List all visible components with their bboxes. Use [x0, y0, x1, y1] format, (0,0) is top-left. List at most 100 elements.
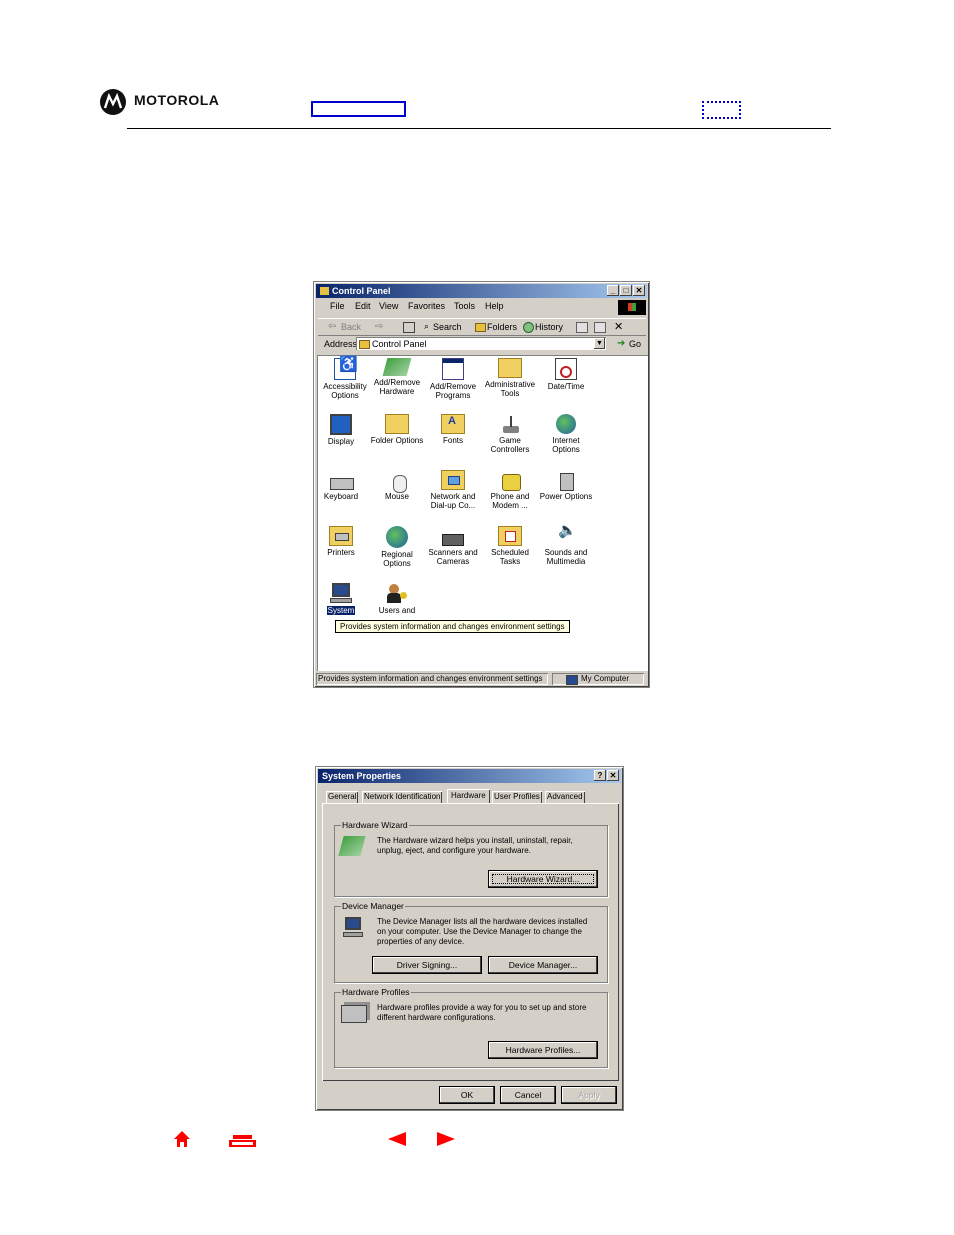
icon-display[interactable]: Display [317, 414, 369, 446]
address-value: Control Panel [372, 339, 427, 349]
device-manager-computer-icon [343, 917, 363, 939]
tab-general[interactable]: General [326, 791, 359, 803]
control-panel-titlebar[interactable]: Control Panel [316, 284, 647, 298]
icon-label: Users and [378, 606, 416, 615]
icon-internet-options[interactable]: Internet Options [538, 414, 594, 454]
hardware-wizard-group: Hardware Wizard The Hardware wizard help… [334, 820, 608, 897]
ok-button[interactable]: OK [440, 1087, 494, 1103]
print-icon[interactable] [229, 1134, 256, 1147]
hardware-profiles-group: Hardware Profiles Hardware profiles prov… [334, 987, 608, 1068]
regional-globe-icon [386, 526, 408, 548]
menu-help[interactable]: Help [485, 301, 504, 311]
delete-icon[interactable]: ✕ [614, 320, 623, 333]
copy-to-icon[interactable] [594, 322, 606, 333]
icon-printers[interactable]: Printers [317, 526, 369, 557]
icon-add-remove-hardware[interactable]: Add/Remove Hardware [369, 358, 425, 396]
icon-label: Options [383, 559, 411, 568]
icon-users-passwords[interactable]: Users and [369, 582, 425, 615]
icon-folder-options[interactable]: Folder Options [369, 414, 425, 445]
icon-accessibility-options[interactable]: ♿ Accessibility Options [317, 357, 373, 400]
display-monitor-icon [330, 414, 352, 435]
header-dotted-box[interactable] [702, 101, 741, 119]
icon-label: Power Options [539, 492, 593, 501]
clock-calendar-icon [555, 358, 577, 380]
window-title: Control Panel [332, 286, 391, 296]
forward-arrow-icon[interactable]: ⇨ [375, 321, 383, 332]
icon-date-time[interactable]: Date/Time [538, 358, 594, 391]
icon-label: Options [552, 445, 580, 454]
keyboard-icon [330, 470, 354, 490]
menu-favorites[interactable]: Favorites [408, 301, 445, 311]
icon-label: Regional [381, 550, 413, 559]
close-button[interactable]: ✕ [633, 285, 645, 296]
back-button-label[interactable]: Back [341, 322, 361, 332]
icon-keyboard[interactable]: Keyboard [317, 470, 369, 501]
network-folder-icon [441, 470, 465, 490]
icon-sounds-multimedia[interactable]: 🔈 Sounds and Multimedia [538, 523, 594, 566]
accessibility-icon: ♿ [334, 357, 358, 380]
cancel-button[interactable]: Cancel [501, 1087, 555, 1103]
address-input[interactable]: Control Panel ▼ [356, 337, 606, 350]
tab-hardware[interactable]: Hardware [447, 789, 490, 803]
system-properties-titlebar[interactable]: System Properties [318, 769, 621, 783]
folders-icon[interactable] [475, 323, 486, 332]
previous-page-icon[interactable] [388, 1132, 406, 1146]
menu-edit[interactable]: Edit [355, 301, 371, 311]
hardware-icon [382, 358, 412, 376]
go-arrow-icon[interactable]: ➔ [617, 338, 625, 349]
icon-add-remove-programs[interactable]: Add/Remove Programs [425, 358, 481, 400]
control-panel-window: Control Panel _ □ ✕ File Edit View Favor… [313, 281, 650, 688]
icon-network-dialup[interactable]: Network and Dial-up Co... [425, 470, 481, 510]
icon-label: Scheduled [491, 548, 529, 557]
admin-tools-folder-icon [498, 358, 522, 378]
tab-user-profiles[interactable]: User Profiles [492, 791, 542, 803]
printers-folder-icon [329, 526, 353, 546]
menu-file[interactable]: File [330, 301, 345, 311]
address-dropdown-button[interactable]: ▼ [594, 338, 605, 349]
icon-label: Multimedia [546, 557, 586, 566]
move-to-icon[interactable] [576, 322, 588, 333]
hardware-wizard-button[interactable]: Hardware Wizard... [489, 871, 597, 887]
driver-signing-button[interactable]: Driver Signing... [373, 957, 481, 973]
search-button-label[interactable]: Search [433, 322, 462, 332]
tab-network-identification[interactable]: Network Identification [362, 791, 443, 803]
tab-advanced[interactable]: Advanced [545, 791, 585, 803]
icon-regional-options[interactable]: Regional Options [369, 526, 425, 568]
back-arrow-icon[interactable]: ⇦ [328, 321, 336, 332]
icon-label: Add/Remove [373, 378, 421, 387]
hardware-profiles-button[interactable]: Hardware Profiles... [489, 1042, 597, 1058]
menu-view[interactable]: View [379, 301, 398, 311]
status-zone-label: My Computer [581, 674, 630, 683]
icon-label: Printers [327, 548, 355, 557]
go-button-label[interactable]: Go [629, 339, 641, 349]
help-button[interactable]: ? [594, 770, 606, 781]
minimize-button[interactable]: _ [607, 285, 619, 296]
up-folder-icon[interactable] [403, 322, 415, 333]
icon-scanners-cameras[interactable]: Scanners and Cameras [425, 526, 481, 566]
search-icon[interactable]: ⌕ [424, 321, 429, 332]
folders-button-label[interactable]: Folders [487, 322, 517, 332]
icon-power-options[interactable]: Power Options [538, 470, 594, 501]
history-button-label[interactable]: History [535, 322, 563, 332]
icon-phone-modem[interactable]: Phone and Modem ... [482, 470, 538, 510]
icon-game-controllers[interactable]: Game Controllers [482, 414, 538, 454]
dialog-close-button[interactable]: ✕ [607, 770, 619, 781]
icon-scheduled-tasks[interactable]: Scheduled Tasks [482, 526, 538, 566]
home-icon[interactable] [173, 1130, 191, 1148]
scanner-icon [442, 526, 464, 546]
apply-button[interactable]: Apply [562, 1087, 616, 1103]
history-icon[interactable] [523, 322, 534, 333]
icon-label: Phone and [490, 492, 530, 501]
hardware-profiles-text: Hardware profiles provide a way for you … [377, 1003, 587, 1022]
menu-tools[interactable]: Tools [454, 301, 475, 311]
icon-label: Keyboard [323, 492, 359, 501]
system-properties-dialog: System Properties ? ✕ General Network Id… [315, 766, 624, 1111]
icon-administrative-tools[interactable]: Administrative Tools [482, 358, 538, 398]
icon-fonts[interactable]: A Fonts [425, 414, 481, 445]
maximize-button[interactable]: □ [620, 285, 632, 296]
header-link-box[interactable] [311, 101, 406, 117]
icon-mouse[interactable]: Mouse [369, 470, 425, 501]
icon-system[interactable]: System [317, 582, 369, 615]
device-manager-button[interactable]: Device Manager... [489, 957, 597, 973]
next-page-icon[interactable] [437, 1132, 455, 1146]
